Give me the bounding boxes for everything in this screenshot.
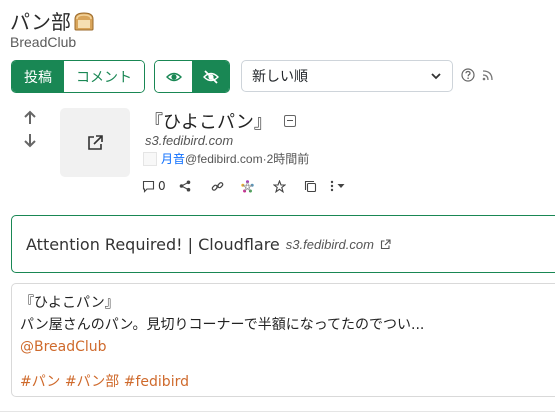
divider bbox=[0, 411, 555, 412]
collapse-icon[interactable] bbox=[283, 115, 296, 127]
link-preview-card[interactable]: Attention Required! | Cloudflare s3.fedi… bbox=[11, 215, 555, 273]
share-button[interactable] bbox=[168, 178, 202, 194]
post-time: 2時間前 bbox=[266, 152, 310, 166]
fediverse-icon bbox=[240, 179, 254, 192]
caret-down-icon bbox=[337, 184, 344, 188]
hashtag-links[interactable]: #パン #パン部 #fedibird bbox=[20, 371, 555, 393]
rss-icon[interactable] bbox=[482, 69, 494, 81]
author-name[interactable]: 月音 bbox=[161, 150, 185, 167]
eye-icon bbox=[165, 72, 182, 81]
external-link-icon bbox=[88, 134, 103, 150]
chevron-down-icon bbox=[431, 73, 441, 80]
post-title-row: 『ひよこパン』 bbox=[145, 108, 296, 134]
mention-link[interactable]: @BreadClub bbox=[20, 336, 555, 358]
view-mode-toggle bbox=[154, 60, 230, 93]
body-line: パン屋さんのパン。見切りコーナーで半額になってたのでつい... bbox=[20, 317, 425, 333]
sort-select[interactable]: 新しい順 bbox=[241, 60, 453, 92]
post-domain[interactable]: s3.fedibird.com bbox=[145, 133, 233, 148]
post-actions: 0 bbox=[142, 178, 350, 194]
posts-tab[interactable]: 投稿 bbox=[12, 61, 64, 92]
community-title: パン部 bbox=[10, 10, 71, 34]
post-thumbnail[interactable] bbox=[60, 108, 130, 177]
crosspost-button[interactable] bbox=[296, 178, 324, 194]
listing-type-toggle: 投稿 コメント bbox=[11, 60, 145, 93]
link-preview-domain: s3.fedibird.com bbox=[285, 236, 374, 252]
community-subtitle: BreadClub bbox=[10, 34, 77, 50]
share-icon bbox=[179, 180, 191, 192]
upvote-icon[interactable] bbox=[22, 110, 38, 126]
author-host: @fedibird.com bbox=[185, 151, 263, 166]
fediverse-button[interactable] bbox=[232, 178, 262, 194]
external-link-icon bbox=[380, 238, 391, 249]
bread-icon bbox=[73, 11, 95, 31]
comments-tab[interactable]: コメント bbox=[64, 61, 144, 92]
star-icon bbox=[272, 179, 286, 193]
save-button[interactable] bbox=[262, 178, 296, 194]
link-preview-title: Attention Required! | Cloudflare bbox=[26, 234, 280, 254]
hide-button[interactable] bbox=[192, 61, 229, 92]
sort-selected-value: 新しい順 bbox=[252, 69, 308, 85]
more-vertical-icon bbox=[330, 180, 333, 192]
comments-button[interactable]: 0 bbox=[142, 178, 168, 194]
post-body: 『ひよこパン』 パン屋さんのパン。見切りコーナーで半額になってたのでつい... … bbox=[11, 283, 555, 397]
eye-slash-icon bbox=[202, 69, 219, 84]
link-icon bbox=[211, 181, 223, 191]
post-meta: 月音 @fedibird.com · 2時間前 bbox=[143, 150, 309, 167]
show-button[interactable] bbox=[155, 61, 192, 92]
comment-icon bbox=[142, 180, 155, 193]
help-icon[interactable] bbox=[461, 68, 475, 82]
post-title[interactable]: 『ひよこパン』 bbox=[145, 108, 272, 134]
avatar bbox=[143, 151, 157, 166]
body-line: 『ひよこパン』 bbox=[20, 295, 119, 311]
downvote-icon[interactable] bbox=[22, 132, 38, 148]
comment-count: 0 bbox=[158, 179, 166, 193]
copy-link-button[interactable] bbox=[202, 178, 232, 194]
community-header: パン部 bbox=[10, 6, 95, 35]
copy-icon bbox=[304, 180, 316, 192]
more-options-button[interactable] bbox=[324, 178, 350, 194]
